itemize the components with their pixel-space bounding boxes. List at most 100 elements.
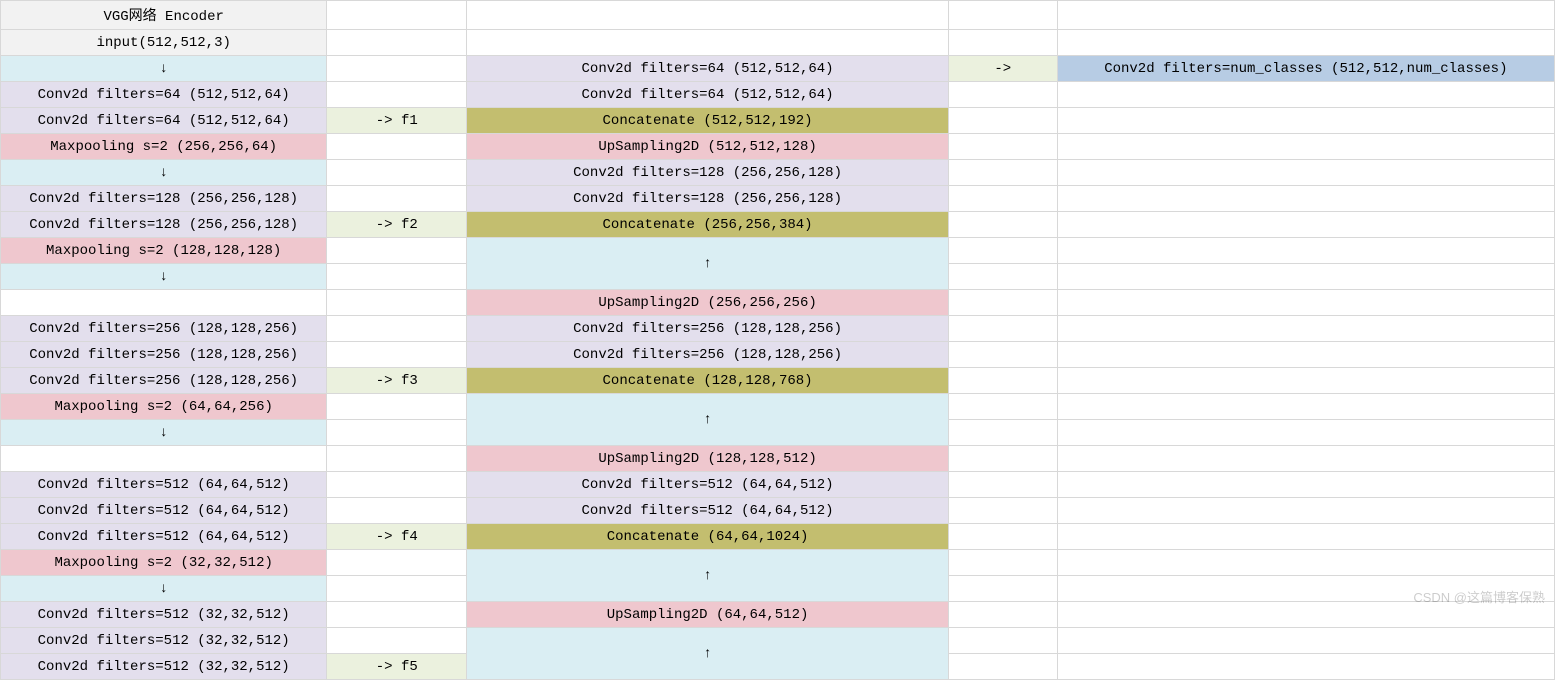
cell-c: Conv2d filters=128 (256,256,128) xyxy=(467,186,949,212)
cell-b xyxy=(327,628,467,654)
cell-a: Maxpooling s=2 (32,32,512) xyxy=(1,550,327,576)
cell-c: ↑ xyxy=(467,550,949,602)
cell-b xyxy=(327,420,467,446)
table-row: Conv2d filters=128 (256,256,128)Conv2d f… xyxy=(1,186,1555,212)
table-row: input(512,512,3) xyxy=(1,30,1555,56)
cell-b xyxy=(327,82,467,108)
cell-d xyxy=(948,602,1057,628)
table-row: Conv2d filters=512 (64,64,512)Conv2d fil… xyxy=(1,472,1555,498)
cell-b xyxy=(327,342,467,368)
cell-e xyxy=(1057,524,1554,550)
cell-c: Conv2d filters=256 (128,128,256) xyxy=(467,316,949,342)
cell-a: Conv2d filters=512 (32,32,512) xyxy=(1,602,327,628)
cell-c: Conv2d filters=64 (512,512,64) xyxy=(467,56,949,82)
table-row: VGG网络 Encoder xyxy=(1,1,1555,30)
cell-e xyxy=(1057,134,1554,160)
cell-e xyxy=(1057,264,1554,290)
cell-e xyxy=(1057,1,1554,30)
cell-e xyxy=(1057,368,1554,394)
cell-c: UpSampling2D (256,256,256) xyxy=(467,290,949,316)
cell-a: ↓ xyxy=(1,264,327,290)
cell-d xyxy=(948,654,1057,680)
cell-e: Conv2d filters=num_classes (512,512,num_… xyxy=(1057,56,1554,82)
cell-e xyxy=(1057,342,1554,368)
cell-b xyxy=(327,264,467,290)
cell-c: ↑ xyxy=(467,628,949,680)
cell-d xyxy=(948,82,1057,108)
cell-d xyxy=(948,30,1057,56)
cell-d xyxy=(948,316,1057,342)
cell-d xyxy=(948,238,1057,264)
cell-e xyxy=(1057,602,1554,628)
cell-b xyxy=(327,30,467,56)
cell-c: Concatenate (64,64,1024) xyxy=(467,524,949,550)
cell-d xyxy=(948,550,1057,576)
table-row: Conv2d filters=64 (512,512,64)-> f1Conca… xyxy=(1,108,1555,134)
cell-e xyxy=(1057,108,1554,134)
cell-b xyxy=(327,316,467,342)
cell-a: ↓ xyxy=(1,160,327,186)
cell-d xyxy=(948,446,1057,472)
cell-c: Conv2d filters=128 (256,256,128) xyxy=(467,160,949,186)
table-row: Conv2d filters=512 (32,32,512)↑ xyxy=(1,628,1555,654)
table-row: Maxpooling s=2 (64,64,256)↑ xyxy=(1,394,1555,420)
cell-b xyxy=(327,160,467,186)
cell-c: ↑ xyxy=(467,394,949,446)
cell-b xyxy=(327,446,467,472)
cell-d xyxy=(948,290,1057,316)
cell-a: Conv2d filters=256 (128,128,256) xyxy=(1,316,327,342)
cell-c: Concatenate (128,128,768) xyxy=(467,368,949,394)
table-row: Conv2d filters=256 (128,128,256) Conv2d f… xyxy=(1,342,1555,368)
cell-e xyxy=(1057,212,1554,238)
cell-e xyxy=(1057,186,1554,212)
cell-a: Conv2d filters=512 (32,32,512) xyxy=(1,628,327,654)
architecture-table: VGG网络 Encoderinput(512,512,3)↓Conv2d fil… xyxy=(0,0,1555,680)
cell-e xyxy=(1057,654,1554,680)
table-row: UpSampling2D (256,256,256) xyxy=(1,290,1555,316)
cell-c: UpSampling2D (128,128,512) xyxy=(467,446,949,472)
table-row: Conv2d filters=256 (128,128,256)-> f3Con… xyxy=(1,368,1555,394)
table-row: Maxpooling s=2 (256,256,64)UpSampling2D … xyxy=(1,134,1555,160)
cell-e xyxy=(1057,576,1554,602)
cell-a: Conv2d filters=256 (128,128,256) xyxy=(1,368,327,394)
cell-b xyxy=(327,576,467,602)
cell-a: Conv2d filters=256 (128,128,256) xyxy=(1,342,327,368)
cell-d xyxy=(948,498,1057,524)
table-row: ↓ Conv2d filters=128 (256,256,128) xyxy=(1,160,1555,186)
cell-e xyxy=(1057,394,1554,420)
cell-d xyxy=(948,576,1057,602)
cell-a: Conv2d filters=64 (512,512,64) xyxy=(1,82,327,108)
cell-b: -> f3 xyxy=(327,368,467,394)
cell-b xyxy=(327,498,467,524)
cell-d xyxy=(948,342,1057,368)
cell-d xyxy=(948,394,1057,420)
cell-e xyxy=(1057,238,1554,264)
cell-b: -> f4 xyxy=(327,524,467,550)
cell-d xyxy=(948,264,1057,290)
cell-a: Conv2d filters=512 (32,32,512) xyxy=(1,654,327,680)
cell-e xyxy=(1057,316,1554,342)
cell-a: Maxpooling s=2 (128,128,128) xyxy=(1,238,327,264)
cell-d xyxy=(948,134,1057,160)
cell-e xyxy=(1057,160,1554,186)
cell-a: Maxpooling s=2 (64,64,256) xyxy=(1,394,327,420)
cell-a: input(512,512,3) xyxy=(1,30,327,56)
cell-b xyxy=(327,550,467,576)
cell-a xyxy=(1,446,327,472)
cell-a: ↓ xyxy=(1,420,327,446)
cell-b xyxy=(327,290,467,316)
cell-c: Concatenate (256,256,384) xyxy=(467,212,949,238)
cell-d xyxy=(948,108,1057,134)
cell-b xyxy=(327,1,467,30)
table-row: Conv2d filters=128 (256,256,128)-> f2Con… xyxy=(1,212,1555,238)
cell-e xyxy=(1057,290,1554,316)
cell-c xyxy=(467,30,949,56)
cell-d xyxy=(948,524,1057,550)
cell-a: VGG网络 Encoder xyxy=(1,1,327,30)
cell-a: Conv2d filters=512 (64,64,512) xyxy=(1,524,327,550)
cell-c xyxy=(467,1,949,30)
cell-c: Conv2d filters=256 (128,128,256) xyxy=(467,342,949,368)
table-row: Conv2d filters=512 (64,64,512)Conv2d fil… xyxy=(1,498,1555,524)
cell-c: Conv2d filters=64 (512,512,64) xyxy=(467,82,949,108)
table-row: Conv2d filters=512 (64,64,512)-> f4Conca… xyxy=(1,524,1555,550)
